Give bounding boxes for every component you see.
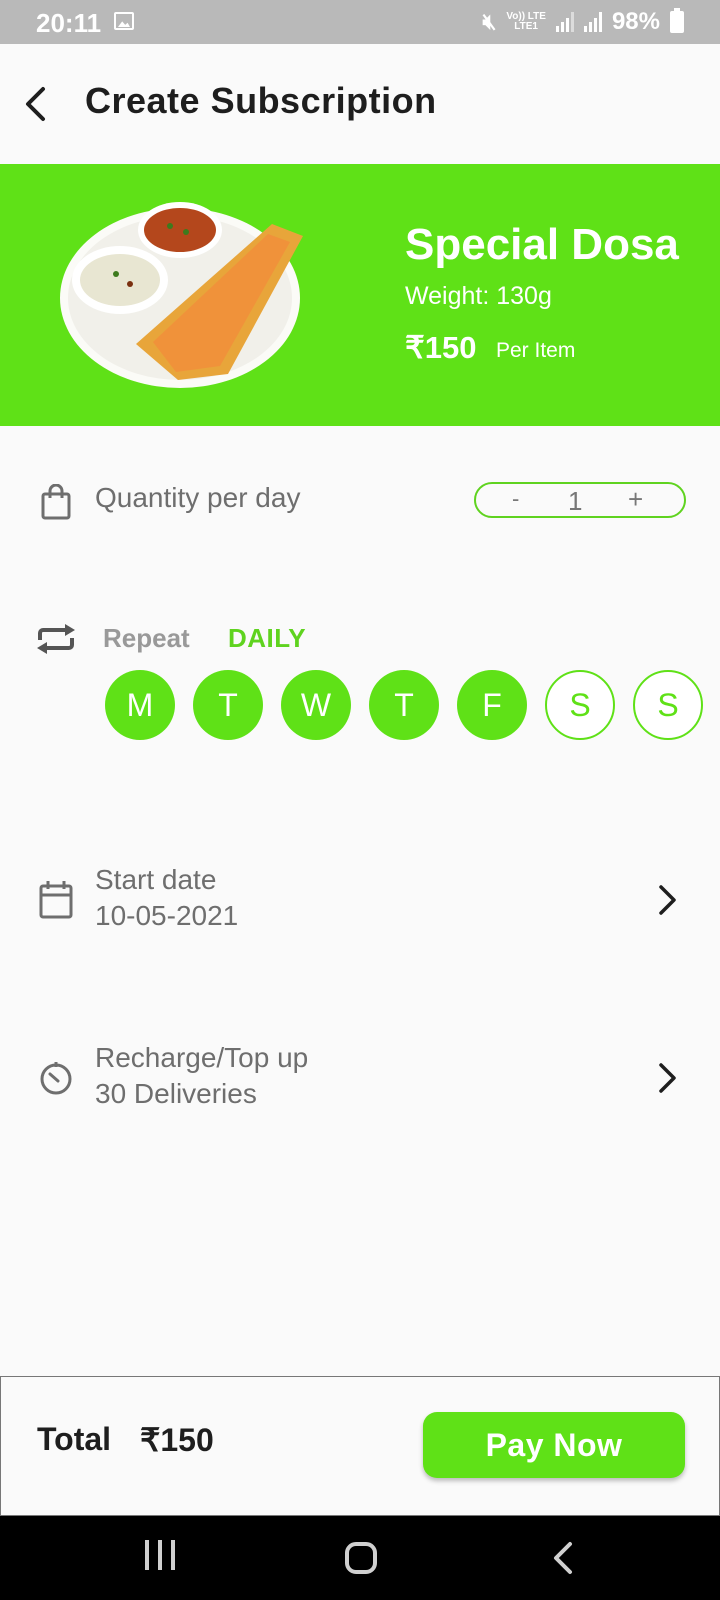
chevron-right-icon — [659, 1063, 676, 1093]
signal-2-icon — [583, 12, 602, 32]
recharge-label: Recharge/Top up — [95, 1042, 309, 1073]
battery-icon — [670, 8, 684, 33]
total-label: Total — [37, 1421, 112, 1457]
product-banner: Special Dosa Weight: 130g ₹150 Per Item — [0, 164, 720, 426]
chevron-right-icon — [659, 885, 676, 915]
home-icon[interactable] — [345, 1542, 377, 1574]
status-time: 20:11 — [36, 8, 102, 38]
pay-now-button[interactable]: Pay Now — [423, 1412, 685, 1478]
day-toggle-friday[interactable]: F — [457, 670, 527, 740]
repeat-label: Repeat — [103, 623, 190, 653]
system-nav-bar — [0, 1516, 720, 1600]
quantity-value: 1 — [568, 486, 583, 516]
back-button[interactable] — [14, 82, 58, 126]
recharge-chevron[interactable] — [650, 1058, 686, 1098]
day-toggle-sunday[interactable]: S — [633, 670, 703, 740]
shopping-bag-icon — [41, 484, 71, 520]
volte-bottom: LTE1 — [514, 21, 538, 32]
product-price-unit: Per Item — [496, 339, 576, 362]
quantity-stepper[interactable]: - 1 + — [474, 482, 686, 518]
system-back-icon[interactable] — [548, 1538, 578, 1578]
app-header: Create Subscription — [0, 44, 720, 164]
day-toggle-tuesday[interactable]: T — [193, 670, 263, 740]
quantity-increment-button[interactable]: + — [628, 484, 643, 515]
product-weight: Weight: 130g — [405, 282, 552, 310]
battery-percent: 98% — [611, 8, 660, 35]
back-arrow-icon — [26, 87, 45, 121]
volte-indicator: Vo)) LTE LTE1 — [506, 12, 546, 32]
calendar-icon — [39, 881, 73, 919]
product-name: Special Dosa — [405, 220, 679, 269]
start-date-label: Start date — [95, 864, 217, 895]
signal-1-icon — [555, 12, 574, 32]
quantity-decrement-button[interactable]: - — [512, 486, 519, 512]
day-toggle-monday[interactable]: M — [105, 670, 175, 740]
timer-icon — [40, 1062, 72, 1095]
gallery-notification-icon — [114, 12, 134, 30]
recharge-value: 30 Deliveries — [95, 1078, 257, 1109]
recent-apps-icon[interactable] — [145, 1540, 175, 1572]
page-title: Create Subscription — [85, 80, 437, 121]
total-amount: ₹150 — [140, 1422, 214, 1458]
checkout-footer: Total ₹150 Pay Now — [0, 1376, 720, 1516]
status-bar: 20:11 🔇︎ Vo)) LTE LTE1 98% — [0, 0, 720, 44]
product-price: ₹150 — [405, 330, 477, 365]
day-toggle-wednesday[interactable]: W — [281, 670, 351, 740]
repeat-icon — [37, 624, 75, 654]
repeat-frequency[interactable]: DAILY — [228, 623, 306, 654]
day-toggle-thursday[interactable]: T — [369, 670, 439, 740]
start-date-value: 10-05-2021 — [95, 900, 239, 931]
mute-icon: 🔇︎ — [482, 9, 497, 34]
quantity-label: Quantity per day — [95, 482, 301, 513]
system-icons: 🔇︎ Vo)) LTE LTE1 98% — [482, 8, 684, 36]
start-date-chevron[interactable] — [650, 880, 686, 920]
day-toggle-saturday[interactable]: S — [545, 670, 615, 740]
dosa-dish-image — [60, 202, 303, 388]
